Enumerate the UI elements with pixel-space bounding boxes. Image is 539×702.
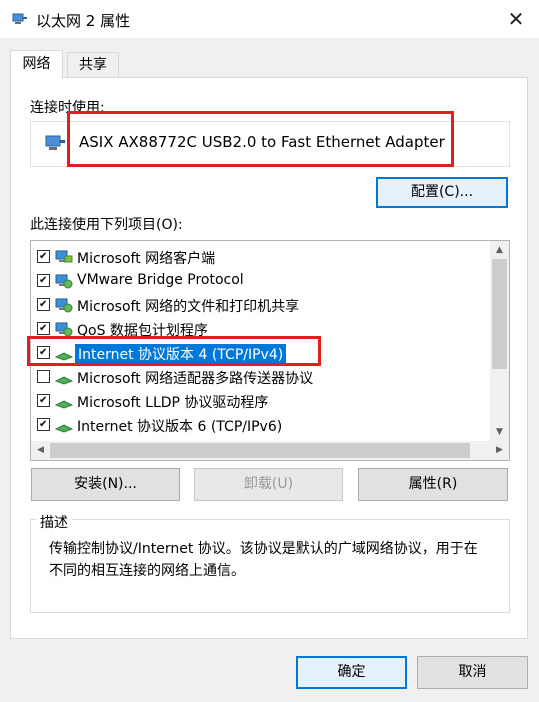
network-adapter-icon: [12, 11, 28, 31]
protocol-icon: [54, 392, 74, 414]
item-label: QoS 数据包计划程序: [77, 323, 208, 339]
uninstall-button[interactable]: 卸载(U): [194, 468, 343, 501]
network-service-icon: [55, 272, 73, 294]
properties-button[interactable]: 属性(R): [358, 468, 508, 501]
vertical-scroll-thumb[interactable]: [492, 259, 507, 369]
scroll-left-icon[interactable]: ◀: [31, 441, 50, 459]
close-icon: ✕: [507, 7, 525, 31]
protocol-icon: [54, 344, 74, 366]
list-item[interactable]: VMware Bridge Protocol: [31, 269, 489, 293]
ok-button[interactable]: 确定: [296, 656, 407, 689]
item-label: Microsoft 网络适配器多路传送器协议: [77, 371, 314, 387]
list-item[interactable]: Internet 协议版本 6 (TCP/IPv6): [31, 413, 489, 437]
close-button[interactable]: ✕: [493, 0, 539, 38]
horizontal-scroll-thumb[interactable]: [50, 443, 470, 458]
protocol-icon: [54, 416, 74, 438]
list-item[interactable]: Microsoft LLDP 协议驱动程序: [31, 389, 489, 413]
scroll-up-icon[interactable]: ▲: [490, 241, 509, 259]
window-title: 以太网 2 属性: [36, 12, 131, 30]
checkbox[interactable]: [37, 394, 50, 407]
vertical-scrollbar[interactable]: ▲ ▼: [490, 241, 509, 441]
list-item[interactable]: Microsoft 网络客户端: [31, 245, 489, 269]
network-adapter-icon: [44, 132, 66, 158]
adapter-display: ASIX AX88772C USB2.0 to Fast Ethernet Ad…: [30, 121, 510, 167]
install-button[interactable]: 安装(N)...: [31, 468, 180, 501]
network-service-icon: [55, 320, 73, 342]
configure-button[interactable]: 配置(C)...: [376, 177, 508, 208]
title-bar: 以太网 2 属性 ✕: [0, 0, 539, 38]
list-item-selected[interactable]: Internet 协议版本 4 (TCP/IPv4): [31, 341, 489, 365]
item-label: VMware Bridge Protocol: [77, 272, 244, 288]
scroll-down-icon[interactable]: ▼: [490, 423, 509, 441]
checkbox[interactable]: [37, 370, 50, 383]
tab-network[interactable]: 网络: [10, 50, 63, 79]
connect-using-label: 连接时使用:: [30, 100, 105, 116]
checkbox[interactable]: [37, 298, 50, 311]
protocol-icon: [54, 368, 74, 390]
network-client-icon: [55, 248, 73, 270]
item-label: Microsoft 网络客户端: [77, 251, 216, 267]
description-title: 描述: [36, 512, 72, 532]
horizontal-scrollbar[interactable]: ◀ ▶: [31, 441, 509, 460]
list-item[interactable]: Microsoft 网络的文件和打印机共享: [31, 293, 489, 317]
checkbox[interactable]: [37, 346, 50, 359]
checkbox[interactable]: [37, 322, 50, 335]
checkbox[interactable]: [37, 274, 50, 287]
adapter-name: ASIX AX88772C USB2.0 to Fast Ethernet Ad…: [79, 133, 445, 151]
items-label: 此连接使用下列项目(O):: [30, 217, 183, 233]
components-list[interactable]: Microsoft 网络客户端 VMware Bridge Protocol M…: [30, 240, 510, 461]
item-label: Microsoft LLDP 协议驱动程序: [77, 395, 269, 411]
cancel-button[interactable]: 取消: [417, 656, 528, 689]
item-label: Microsoft 网络的文件和打印机共享: [77, 299, 300, 315]
checkbox[interactable]: [37, 250, 50, 263]
network-service-icon: [55, 296, 73, 318]
list-item[interactable]: Microsoft 网络适配器多路传送器协议: [31, 365, 489, 389]
scroll-right-icon[interactable]: ▶: [490, 441, 509, 459]
item-label: Internet 协议版本 6 (TCP/IPv6): [77, 419, 283, 435]
checkbox[interactable]: [37, 418, 50, 431]
tab-sharing[interactable]: 共享: [67, 52, 119, 77]
item-label: Internet 协议版本 4 (TCP/IPv4): [75, 344, 287, 364]
list-item[interactable]: QoS 数据包计划程序: [31, 317, 489, 341]
description-text: 传输控制协议/Internet 协议。该协议是默认的广域网络协议，用于在不同的相…: [49, 541, 478, 579]
